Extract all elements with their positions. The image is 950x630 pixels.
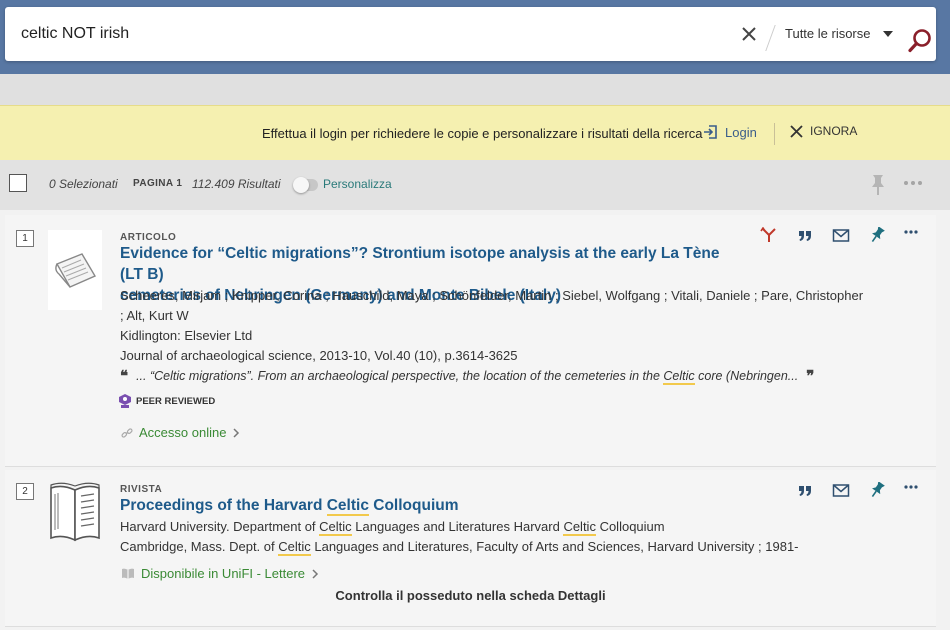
result-type: ARTICOLO	[120, 232, 177, 243]
pin-icon[interactable]	[868, 482, 886, 498]
login-button[interactable]: Login	[703, 124, 757, 140]
close-icon	[790, 124, 803, 138]
online-access-label: Accesso online	[139, 425, 227, 440]
clear-search-button[interactable]	[736, 21, 762, 47]
seg: Harvard University. Department of	[120, 519, 320, 534]
peer-reviewed-icon	[119, 394, 131, 408]
result-source: Journal of archaeological science, 2013-…	[120, 348, 518, 363]
cite-icon[interactable]	[796, 227, 814, 243]
title-after: Colloquium	[368, 497, 459, 514]
search-scope-select[interactable]: Tutte le risorse	[785, 26, 871, 41]
select-all-checkbox[interactable]	[9, 174, 27, 192]
seg: Languages and Literatures Harvard	[351, 519, 564, 534]
quote-close-icon: ❞	[806, 367, 815, 385]
online-access-link[interactable]: Accesso online	[121, 425, 240, 440]
citation-trail-icon[interactable]	[760, 227, 778, 243]
chevron-right-icon	[312, 568, 319, 579]
quote-open-icon: ❝	[120, 367, 129, 385]
secondary-band	[0, 74, 950, 105]
more-options-icon[interactable]	[903, 482, 919, 498]
result-index: 1	[16, 230, 34, 247]
snippet-before: ... “Celtic migrations”. From an archaeo…	[136, 369, 664, 383]
title-before: Proceedings of the Harvard	[120, 497, 327, 514]
result-publisher-line: Cambridge, Mass. Dept. of Celtic Languag…	[120, 537, 799, 557]
login-label: Login	[725, 124, 757, 140]
page-indicator: PAGINA 1	[133, 178, 183, 189]
seg: Colloquium	[595, 519, 665, 534]
cite-icon[interactable]	[796, 482, 814, 498]
results-toolbar: 0 Selezionati PAGINA 1 112.409 Risultati…	[0, 160, 950, 210]
results-count: 112.409 Risultati	[192, 177, 281, 191]
more-options-icon[interactable]	[903, 227, 919, 243]
sign-in-icon	[704, 125, 717, 139]
chevron-down-icon[interactable]	[883, 31, 893, 37]
availability-label: Disponibile in UniFI - Lettere	[141, 566, 306, 581]
result-authors: Scheeres, Mirjam ; Knipper, Corina ; Hau…	[120, 288, 864, 303]
result-index: 2	[16, 483, 34, 500]
search-input[interactable]	[21, 22, 721, 46]
login-notice-bar: Effettua il login per richiedere le copi…	[0, 105, 950, 160]
holdings-note: Controlla il posseduto nella scheda Dett…	[335, 588, 606, 603]
selected-count: 0 Selezionati	[49, 177, 118, 191]
login-notice-text: Effettua il login per richiedere le copi…	[262, 126, 703, 141]
close-icon	[742, 27, 756, 41]
seg-highlight: Celtic	[278, 539, 311, 556]
availability-link[interactable]: Disponibile in UniFI - Lettere	[121, 566, 319, 581]
journal-thumbnail-icon	[50, 482, 100, 542]
result-title-line: Evidence for “Celtic migrations”? Stront…	[120, 245, 720, 283]
peer-reviewed-badge: PEER REVIEWED	[118, 393, 215, 409]
personalize-label[interactable]: Personalizza	[323, 177, 392, 191]
ignore-button[interactable]: IGNORA	[790, 124, 857, 138]
article-thumbnail-icon	[48, 230, 102, 310]
result-authors-cont: ; Alt, Kurt W	[120, 308, 189, 323]
chevron-right-icon	[233, 427, 240, 438]
result-type: RIVISTA	[120, 484, 163, 495]
header-bar: Tutte le risorse	[0, 0, 950, 74]
more-options-icon[interactable]	[902, 176, 924, 190]
result-snippet: ❝ ... “Celtic migrations”. From an archa…	[120, 367, 814, 385]
snippet-text: ... “Celtic migrations”. From an archaeo…	[136, 369, 799, 385]
email-icon[interactable]	[832, 482, 850, 498]
personalize-toggle[interactable]	[293, 177, 318, 193]
search-icon[interactable]	[907, 28, 933, 54]
result-item: 1 ARTICOLO Evidence for “Celtic migratio…	[5, 215, 936, 467]
result-item: 2 RIVISTA Proceedings of the Harvard Cel…	[5, 470, 936, 627]
snippet-after: core (Nebringen...	[694, 369, 799, 383]
ignore-label: IGNORA	[810, 124, 858, 138]
pin-icon[interactable]	[868, 227, 886, 243]
seg: Languages and Literatures, Faculty of Ar…	[310, 539, 799, 554]
result-publisher: Kidlington: Elsevier Ltd	[120, 328, 253, 343]
seg: Cambridge, Mass. Dept. of	[120, 539, 279, 554]
link-icon	[121, 427, 133, 438]
toggle-knob	[293, 177, 309, 193]
result-author-line: Harvard University. Department of Celtic…	[120, 517, 665, 537]
search-divider	[765, 25, 776, 51]
seg-highlight: Celtic	[319, 519, 352, 536]
peer-reviewed-label: PEER REVIEWED	[136, 395, 216, 407]
title-highlight: Celtic	[326, 497, 369, 516]
pin-icon[interactable]	[869, 174, 887, 196]
snippet-highlight: Celtic	[663, 369, 695, 385]
search-box: Tutte le risorse	[5, 7, 936, 61]
notice-divider	[774, 123, 775, 145]
seg-highlight: Celtic	[563, 519, 596, 536]
book-open-icon	[122, 568, 134, 579]
result-title-link[interactable]: Proceedings of the Harvard Celtic Colloq…	[120, 495, 740, 516]
email-icon[interactable]	[832, 227, 850, 243]
